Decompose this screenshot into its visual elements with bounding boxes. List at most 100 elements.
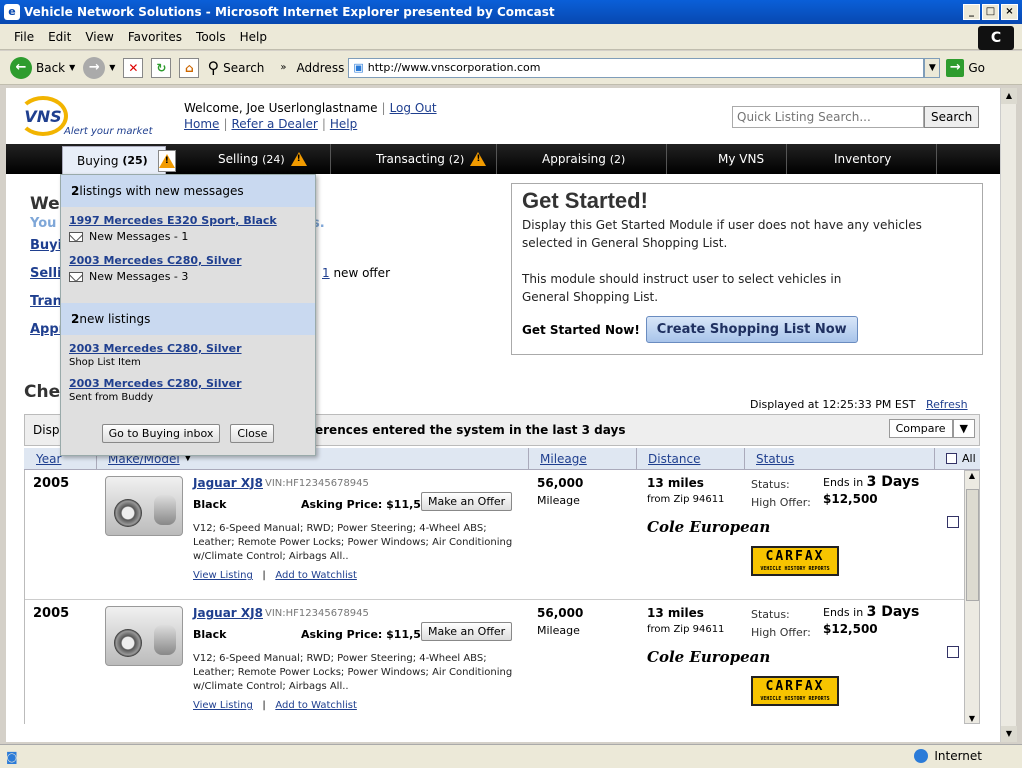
window-title: Vehicle Network Solutions - Microsoft In… <box>24 5 555 19</box>
vns-logo[interactable]: VNS Alert your market <box>18 96 153 137</box>
welcome-subheading: You <box>30 216 57 231</box>
nav-transacting[interactable]: Transacting (2) <box>376 144 487 174</box>
row-checkbox[interactable] <box>947 516 959 528</box>
nav-inventory[interactable]: Inventory <box>834 144 891 174</box>
displayed-time: Displayed at 12:25:33 PM EST Refresh <box>750 398 968 411</box>
table-row: 2005 Jaguar XJ8 VIN:HF12345678945 Black … <box>25 470 964 600</box>
get-started-now-label: Get Started Now! <box>522 322 640 337</box>
scroll-up-icon[interactable]: ▲ <box>965 471 979 480</box>
logout-link[interactable]: Log Out <box>390 101 437 115</box>
nav-appraising[interactable]: Appraising (2) <box>542 144 625 174</box>
quick-search-button[interactable]: Search <box>924 106 980 128</box>
page-content: VNS Alert your market Welcome, Joe Userl… <box>6 88 1000 742</box>
refresh-link[interactable]: Refresh <box>926 398 968 411</box>
carfax-logo[interactable]: CARFAX VEHICLE HISTORY REPORTS <box>751 676 839 706</box>
menu-view[interactable]: View <box>85 30 113 44</box>
car-thumbnail[interactable] <box>105 606 183 666</box>
view-listing-link[interactable]: View Listing <box>193 570 253 581</box>
back-arrow-icon: ← <box>10 56 32 79</box>
message-listing: 2003 Mercedes C280, Silver New Messages … <box>69 254 242 283</box>
add-watchlist-link[interactable]: Add to Watchlist <box>275 700 357 711</box>
page-done-icon: ◙ <box>6 749 18 764</box>
select-all-label: All <box>962 452 976 465</box>
listing-title-link[interactable]: Jaguar XJ8 <box>193 606 263 620</box>
menu-tools[interactable]: Tools <box>196 30 226 44</box>
quick-search: Search <box>732 106 980 128</box>
listings-heading: Che <box>24 382 61 402</box>
quick-search-input[interactable] <box>732 106 924 128</box>
refer-dealer-link[interactable]: Refer a Dealer <box>231 117 317 131</box>
page-icon: ▣ <box>353 61 364 74</box>
home-icon[interactable]: ⌂ <box>179 57 200 78</box>
view-listing-link[interactable]: View Listing <box>193 700 253 711</box>
new-listing-link[interactable]: 2003 Mercedes C280, Silver <box>69 377 242 390</box>
buying-alert-button[interactable] <box>157 149 176 172</box>
menu-edit[interactable]: Edit <box>48 30 71 44</box>
menu-help[interactable]: Help <box>240 30 267 44</box>
get-started-text-2: This module should instruct user to sele… <box>522 272 842 304</box>
envelope-icon <box>69 231 83 242</box>
new-listing-link[interactable]: 2003 Mercedes C280, Silver <box>69 342 242 355</box>
compare-dropdown[interactable]: Compare ▼ <box>888 419 975 438</box>
magnifier-icon: ⚲ <box>207 58 220 77</box>
back-button[interactable]: ← Back ▼ <box>10 56 75 79</box>
ie-icon: e <box>4 4 20 20</box>
messages-section-header: 2 listings with new messages <box>61 175 315 207</box>
column-status[interactable]: Status <box>756 452 794 466</box>
maximize-button[interactable]: □ <box>982 4 999 20</box>
column-distance[interactable]: Distance <box>648 452 700 466</box>
toolbar-overflow-icon[interactable]: » <box>280 62 286 73</box>
new-offer-text: 1 new offer <box>322 266 390 280</box>
menu-file[interactable]: File <box>14 30 34 44</box>
create-shopping-list-button[interactable]: Create Shopping List Now <box>645 316 858 343</box>
menu-favorites[interactable]: Favorites <box>128 30 182 44</box>
close-dropdown-button[interactable]: Close <box>230 423 275 443</box>
scroll-up-icon[interactable]: ▲ <box>1001 88 1017 104</box>
welcome-text: Welcome, Joe Userlonglastname <box>184 101 378 115</box>
new-listings-section-header: 2 new listings <box>61 303 315 335</box>
go-to-buying-inbox-button[interactable]: Go to Buying inbox <box>101 423 221 443</box>
column-mileage[interactable]: Mileage <box>540 452 587 466</box>
select-all-checkbox[interactable] <box>946 453 957 464</box>
envelope-icon <box>69 271 83 282</box>
car-thumbnail[interactable] <box>105 476 183 536</box>
nav-selling[interactable]: Selling (24) <box>218 144 307 174</box>
buying-alerts-dropdown: 2 listings with new messages 1997 Merced… <box>60 174 316 456</box>
column-year[interactable]: Year <box>36 452 61 466</box>
make-offer-button[interactable]: Make an Offer <box>421 492 513 511</box>
address-dropdown[interactable]: ▼ <box>924 57 941 78</box>
page-scrollbar[interactable]: ▲ ▼ <box>1000 88 1017 742</box>
nav-buying[interactable]: Buying (25) <box>62 146 176 174</box>
dealer-logo[interactable]: Cole European <box>647 648 770 666</box>
carfax-logo[interactable]: CARFAX VEHICLE HISTORY REPORTS <box>751 546 839 576</box>
scroll-thumb[interactable] <box>966 489 979 601</box>
scroll-down-icon[interactable]: ▼ <box>965 714 979 723</box>
message-listing-link[interactable]: 2003 Mercedes C280, Silver <box>69 254 242 267</box>
get-started-module: Get Started! Display this Get Started Mo… <box>511 183 983 355</box>
go-button[interactable]: → Go <box>946 58 985 77</box>
minimize-button[interactable]: _ <box>963 4 980 20</box>
scroll-down-icon[interactable]: ▼ <box>1001 726 1017 742</box>
forward-button[interactable]: → ▼ <box>83 56 115 79</box>
message-listing-link[interactable]: 1997 Mercedes E320 Sport, Black <box>69 214 277 227</box>
home-link[interactable]: Home <box>184 117 219 131</box>
address-bar: Address ▣ http://www.vnscorporation.com … <box>297 57 941 78</box>
refresh-icon[interactable]: ↻ <box>151 57 172 78</box>
address-input[interactable]: ▣ http://www.vnscorporation.com <box>348 57 925 78</box>
new-offer-count[interactable]: 1 <box>322 266 330 280</box>
close-window-button[interactable]: × <box>1001 4 1018 20</box>
stop-icon[interactable]: ✕ <box>123 57 144 78</box>
get-started-text-1: Display this Get Started Module if user … <box>522 218 922 250</box>
listing-title-link[interactable]: Jaguar XJ8 <box>193 476 263 490</box>
table-row: 2005 Jaguar XJ8 VIN:HF12345678945 Black … <box>25 600 964 724</box>
nav-my-vns[interactable]: My VNS <box>718 144 764 174</box>
make-offer-button[interactable]: Make an Offer <box>421 622 513 641</box>
add-watchlist-link[interactable]: Add to Watchlist <box>275 570 357 581</box>
warning-icon <box>470 152 487 166</box>
row-checkbox[interactable] <box>947 646 959 658</box>
listings-scrollbar[interactable]: ▲ ▼ <box>964 470 980 724</box>
dealer-logo[interactable]: Cole European <box>647 518 770 536</box>
help-link[interactable]: Help <box>330 117 357 131</box>
compare-arrow-icon: ▼ <box>952 419 975 438</box>
search-button[interactable]: ⚲ Search <box>207 58 264 77</box>
